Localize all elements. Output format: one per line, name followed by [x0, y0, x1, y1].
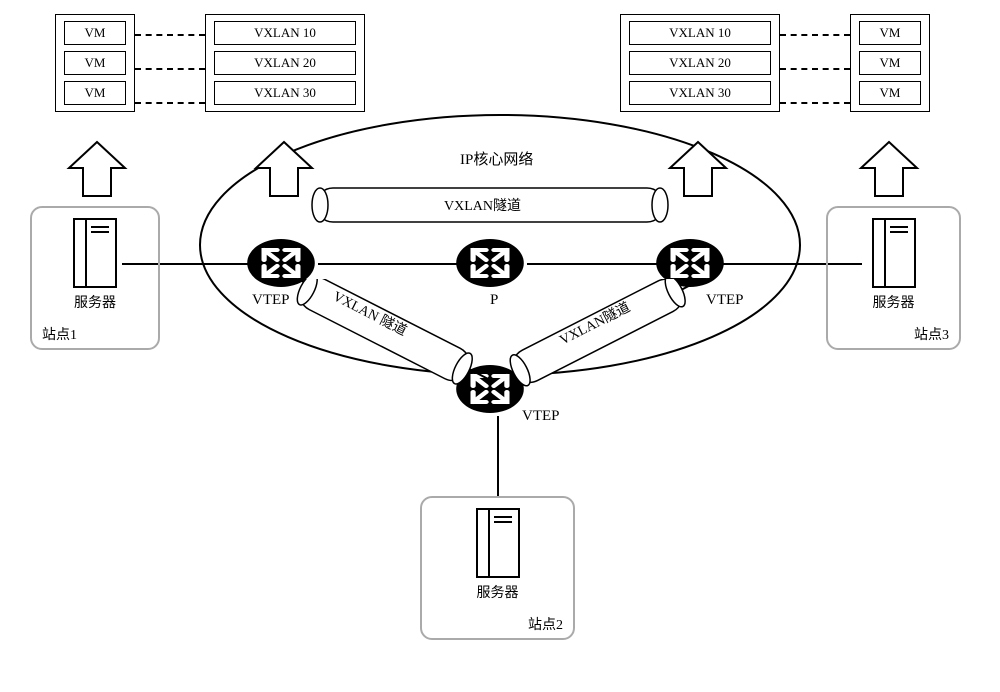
server-label: 服务器	[42, 292, 148, 312]
vm-box: VM	[64, 51, 126, 75]
vxlan-box: VXLAN 10	[214, 21, 356, 45]
vm-box: VM	[859, 51, 921, 75]
server-label: 服务器	[838, 292, 949, 312]
site-2: 服务器 站点2	[420, 496, 575, 640]
site-1: 服务器 站点1	[30, 206, 160, 350]
vm-box: VM	[64, 21, 126, 45]
dashed-connector	[780, 68, 850, 70]
arrow-up-icon	[857, 140, 921, 200]
site-label: 站点2	[432, 614, 563, 634]
tunnel-tube	[504, 279, 694, 389]
server-icon	[476, 508, 520, 578]
vm-box: VM	[859, 81, 921, 105]
tunnel-tube	[292, 279, 482, 389]
dashed-connector	[780, 34, 850, 36]
dashed-connector	[135, 68, 205, 70]
vxlan-stack-right: VXLAN 10 VXLAN 20 VXLAN 30	[620, 14, 780, 112]
link-line	[497, 416, 499, 496]
site-label: 站点3	[838, 324, 949, 344]
vm-stack-left: VM VM VM	[55, 14, 135, 112]
arrow-up-icon	[65, 140, 129, 200]
site-3: 服务器 站点3	[826, 206, 961, 350]
vxlan-box: VXLAN 20	[214, 51, 356, 75]
tunnel-label: VXLAN隧道	[444, 195, 521, 215]
vxlan-box: VXLAN 30	[629, 81, 771, 105]
vxlan-stack-left: VXLAN 10 VXLAN 20 VXLAN 30	[205, 14, 365, 112]
vxlan-box: VXLAN 20	[629, 51, 771, 75]
dashed-connector	[780, 102, 850, 104]
diagram-canvas: IP核心网络 VM VM VM VXLAN 10 VXLAN 20 VXLAN …	[0, 0, 1000, 692]
site-label: 站点1	[42, 324, 148, 344]
server-icon	[872, 218, 916, 288]
arrow-up-icon	[666, 140, 730, 200]
vm-stack-right: VM VM VM	[850, 14, 930, 112]
server-icon	[73, 218, 117, 288]
vm-box: VM	[859, 21, 921, 45]
vm-box: VM	[64, 81, 126, 105]
vxlan-box: VXLAN 10	[629, 21, 771, 45]
dashed-connector	[135, 102, 205, 104]
dashed-connector	[135, 34, 205, 36]
core-network-label: IP核心网络	[460, 148, 533, 169]
arrow-up-icon	[252, 140, 316, 200]
server-label: 服务器	[432, 582, 563, 602]
vxlan-box: VXLAN 30	[214, 81, 356, 105]
